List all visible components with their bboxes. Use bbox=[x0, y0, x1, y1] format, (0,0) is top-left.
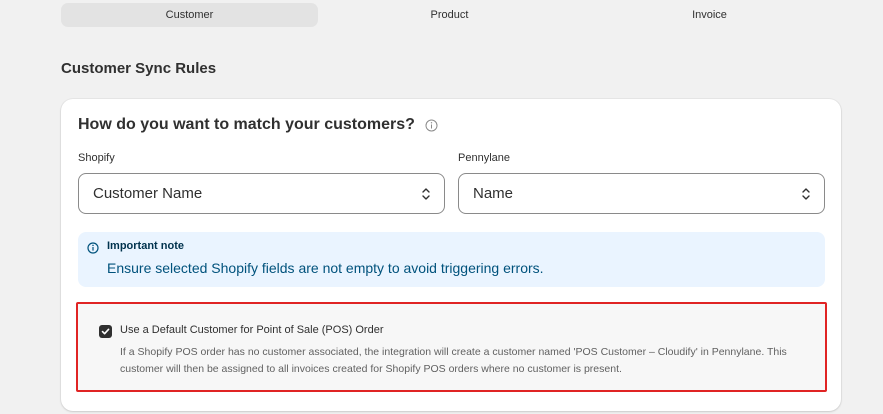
banner-title: Important note bbox=[107, 240, 184, 252]
card-heading-text: How do you want to match your customers? bbox=[78, 116, 415, 133]
shopify-label: Shopify bbox=[78, 152, 115, 164]
pos-default-customer-checkbox[interactable] bbox=[99, 325, 112, 338]
section-title: Customer Sync Rules bbox=[61, 60, 217, 77]
pos-default-customer-option: Use a Default Customer for Point of Sale… bbox=[76, 302, 827, 392]
shopify-field-select[interactable]: Customer Name bbox=[78, 173, 445, 214]
checkmark-icon bbox=[101, 328, 110, 335]
banner-text: Ensure selected Shopify fields are not e… bbox=[107, 260, 544, 276]
tab-invoice[interactable]: Invoice bbox=[581, 3, 838, 27]
info-icon bbox=[87, 241, 99, 254]
pennylane-field-select[interactable]: Name bbox=[458, 173, 825, 214]
shopify-select-value: Customer Name bbox=[93, 185, 203, 202]
customer-match-card: How do you want to match your customers?… bbox=[61, 99, 841, 411]
tab-bar: Customer Product Invoice bbox=[61, 3, 841, 27]
pos-option-label[interactable]: Use a Default Customer for Point of Sale… bbox=[120, 324, 384, 336]
card-heading: How do you want to match your customers? bbox=[78, 116, 438, 134]
chevron-up-down-icon bbox=[421, 187, 431, 201]
chevron-up-down-icon bbox=[801, 187, 811, 201]
pennylane-select-value: Name bbox=[473, 185, 514, 202]
important-note-banner: Important note Ensure selected Shopify f… bbox=[78, 232, 825, 287]
tab-product[interactable]: Product bbox=[321, 3, 578, 27]
pennylane-label: Pennylane bbox=[458, 152, 510, 164]
tab-customer[interactable]: Customer bbox=[61, 3, 318, 27]
info-icon[interactable] bbox=[425, 119, 438, 132]
pos-option-description: If a Shopify POS order has no customer a… bbox=[120, 346, 787, 375]
